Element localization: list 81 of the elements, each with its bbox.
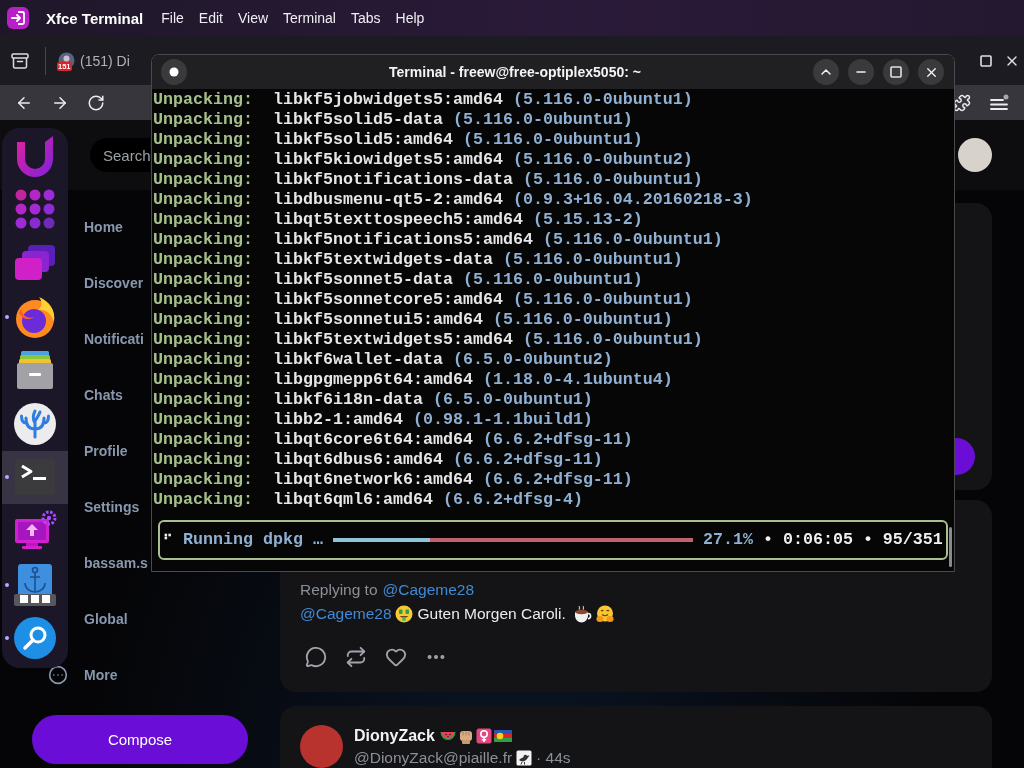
nav-link[interactable]: Home bbox=[84, 215, 123, 239]
menu-icon[interactable] bbox=[989, 93, 1009, 112]
terminal-line: Unpacking: libkf6i18n-data (6.5.0-0ubuntu1) bbox=[153, 390, 594, 410]
nav-link[interactable]: Profile bbox=[84, 439, 128, 463]
nav-link[interactable]: Settings bbox=[84, 495, 140, 519]
terminal-line: Unpacking: libkf5sonnet5-data (5.116.0-0ubuntu1) bbox=[153, 270, 644, 290]
terminal-line: Unpacking: libgpgmepp6t64:amd64 (1.18.0-4.1ubuntu4) bbox=[153, 370, 674, 390]
mention-link[interactable]: @Cageme28 bbox=[300, 605, 392, 623]
archive-box-icon[interactable] bbox=[11, 52, 29, 69]
close-button[interactable] bbox=[918, 59, 944, 85]
coffee-cup-icon bbox=[572, 605, 593, 623]
display-name: DionyZack bbox=[354, 726, 435, 745]
scrollbar-thumb bbox=[949, 527, 952, 567]
nav-link[interactable]: More bbox=[48, 663, 118, 687]
spinner-glyph: ⠋ bbox=[163, 531, 173, 549]
hug-face-icon bbox=[595, 605, 614, 623]
terminal-line: Unpacking: libdbusmenu-qt5-2:amd64 (0.9.3+16.04.20160218-3) bbox=[153, 190, 754, 210]
nav-link[interactable]: Discover bbox=[84, 271, 144, 295]
terminal-line: Unpacking: libb2-1:amd64 (0.98.1-1.1build1) bbox=[153, 410, 594, 430]
terminal-line: Unpacking: libkf5textwidgets-data (5.116.0-0ubuntu1) bbox=[153, 250, 684, 270]
terminal-line: Unpacking: libkf6wallet-data (6.5.0-0ubuntu2) bbox=[153, 350, 614, 370]
terminal-line: Unpacking: libqt6network6:amd64 (6.6.2+dfsg-11) bbox=[153, 470, 634, 490]
terminal-line: Unpacking: libqt6dbus6:amd64 (6.6.2+dfsg-11) bbox=[153, 450, 604, 470]
dot-icon bbox=[169, 67, 179, 77]
coral-circle-icon bbox=[13, 401, 57, 446]
post-time: · 44s bbox=[536, 748, 571, 767]
money-face-icon bbox=[394, 605, 413, 623]
more-icon bbox=[48, 665, 68, 685]
user-handle: @DionyZack@piaille.fr bbox=[354, 748, 513, 767]
terminal-line: Unpacking: libkf5sonnetcore5:amd64 (5.116.0-0ubuntu1) bbox=[153, 290, 694, 310]
bird-icon bbox=[516, 749, 533, 766]
mention-link[interactable]: @Cageme28 bbox=[382, 581, 475, 599]
nav-link[interactable]: bassam.s bbox=[84, 551, 148, 575]
progress-label: Running dpkg … bbox=[183, 530, 323, 550]
window-menu-button[interactable] bbox=[161, 59, 187, 85]
female-sign-icon bbox=[475, 727, 492, 744]
terminal-line: Unpacking: libkf5solid5:amd64 (5.116.0-0ubuntu1) bbox=[153, 130, 644, 150]
maximize-icon bbox=[890, 66, 902, 78]
nav-link[interactable]: Global bbox=[84, 607, 128, 631]
terminal-line: Unpacking: libkf5notifications5:amd64 (5.116.0-0ubuntu1) bbox=[153, 230, 724, 250]
maximize-button[interactable] bbox=[883, 59, 909, 85]
terminal-line: Unpacking: libkf5sonnetui5:amd64 (5.116.0-0ubuntu1) bbox=[153, 310, 674, 330]
nav-link[interactable]: Notificati bbox=[84, 327, 144, 351]
app-title: Xfce Terminal bbox=[46, 9, 144, 27]
compose-button[interactable]: Compose bbox=[32, 715, 248, 764]
nav-link[interactable]: Chats bbox=[84, 383, 123, 407]
search-icon bbox=[13, 616, 57, 661]
restore-icon[interactable] bbox=[980, 54, 992, 67]
menu-item[interactable]: Help bbox=[395, 10, 425, 26]
avatar-image bbox=[958, 138, 992, 172]
terminal-line: Unpacking: libkf5kiowidgets5:amd64 (5.116.0-0ubuntu2) bbox=[153, 150, 694, 170]
shade-button[interactable] bbox=[813, 59, 839, 85]
terminal-line: Unpacking: libkf5notifications-data (5.116.0-0ubuntu1) bbox=[153, 170, 704, 190]
window-title: Terminal - freew@free-optiplex5050: ~ bbox=[388, 64, 642, 80]
search-field[interactable]: Search bbox=[90, 138, 150, 172]
avatar-image bbox=[300, 725, 343, 768]
menu-item[interactable]: Terminal bbox=[283, 10, 336, 26]
reply-label: Replying to bbox=[300, 581, 378, 599]
puzzle-icon[interactable] bbox=[953, 93, 971, 112]
anchor-tile-icon bbox=[13, 562, 57, 607]
terminal-line: Unpacking: libkf5jobwidgets5:amd64 (5.116.0-0ubuntu1) bbox=[153, 90, 694, 110]
flag-icon bbox=[493, 729, 512, 742]
heart-icon[interactable] bbox=[385, 646, 407, 668]
menu-item[interactable]: View bbox=[237, 10, 269, 26]
post-text: Guten Morgen Caroli. bbox=[417, 605, 566, 623]
minimize-button[interactable] bbox=[848, 59, 874, 85]
terminal-line: Unpacking: libqt6qml6:amd64 (6.6.2+dfsg-4) bbox=[153, 490, 584, 510]
menu-item[interactable]: File bbox=[161, 10, 184, 26]
terminal-line: Unpacking: libqt6core6t64:amd64 (6.6.2+dfsg-11) bbox=[153, 430, 634, 450]
terminal-line: Unpacking: libqt5texttospeech5:amd64 (5.15.13-2) bbox=[153, 210, 644, 230]
menu-item[interactable]: Tabs bbox=[350, 10, 381, 26]
reload-icon[interactable] bbox=[87, 93, 105, 112]
menu-item[interactable]: Edit bbox=[198, 10, 223, 26]
flame-globe-icon bbox=[13, 294, 57, 339]
reply-icon[interactable] bbox=[305, 646, 327, 668]
terminal-line: Unpacking: libkf5solid5-data (5.116.0-0ubuntu1) bbox=[153, 110, 634, 130]
boost-icon[interactable] bbox=[345, 646, 367, 668]
progress-details: • 0:06:05 • 95/351 bbox=[762, 530, 943, 550]
progress-percent: 27.1% bbox=[702, 530, 753, 550]
terminal-line: Unpacking: libkf5textwidgets5:amd64 (5.116.0-0ubuntu1) bbox=[153, 330, 704, 350]
dock-launcher[interactable] bbox=[2, 450, 68, 505]
